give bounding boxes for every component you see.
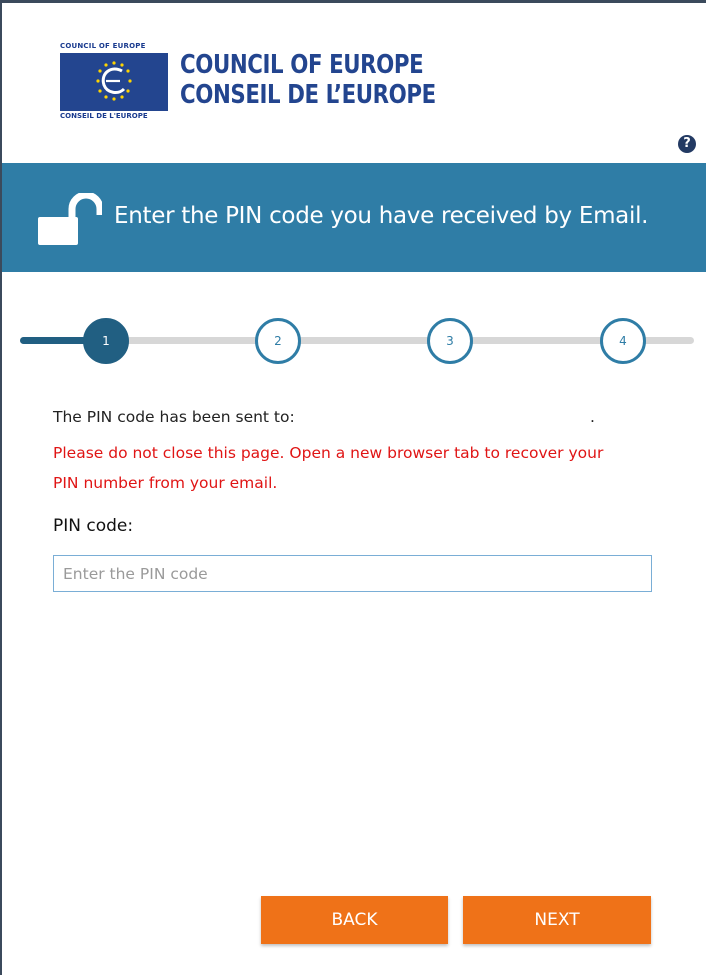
next-button[interactable]: NEXT <box>463 896 651 944</box>
pin-code-label: PIN code: <box>53 516 134 536</box>
pin-code-input[interactable] <box>53 555 652 592</box>
unlocked-padlock-icon <box>38 193 102 245</box>
logo-title-line1: COUNCIL OF EUROPE <box>180 50 424 80</box>
banner-text: Enter the PIN code you have received by … <box>114 203 649 229</box>
step-1: 1 <box>83 318 129 364</box>
logo-title-line2: CONSEIL DE L’EUROPE <box>180 80 436 110</box>
progress-stepper: 1 2 3 4 <box>20 318 696 366</box>
instruction-banner: Enter the PIN code you have received by … <box>2 163 706 272</box>
logo-emblem: COUNCIL OF EUROPE CONSEIL DE L'EUROPE <box>60 42 168 120</box>
pin-sent-email-end: . <box>590 408 595 426</box>
window-left-border <box>0 0 2 975</box>
pin-sent-text: The PIN code has been sent to: <box>53 408 295 426</box>
council-of-europe-logo: COUNCIL OF EUROPE CONSEIL DE L'EUROPE CO… <box>60 42 460 122</box>
logo-stars-icon <box>96 61 132 101</box>
logo-small-top-text: COUNCIL OF EUROPE <box>60 42 146 50</box>
step-3: 3 <box>427 318 473 364</box>
step-4: 4 <box>600 318 646 364</box>
logo-title: COUNCIL OF EUROPE CONSEIL DE L’EUROPE <box>180 50 436 110</box>
logo-small-bottom-text: CONSEIL DE L'EUROPE <box>60 112 148 120</box>
window-top-border <box>0 0 706 3</box>
logo-flag <box>60 53 168 111</box>
step-2: 2 <box>255 318 301 364</box>
warning-message: Please do not close this page. Open a ne… <box>53 444 604 492</box>
help-icon[interactable]: ? <box>678 135 696 153</box>
back-button[interactable]: BACK <box>261 896 448 944</box>
